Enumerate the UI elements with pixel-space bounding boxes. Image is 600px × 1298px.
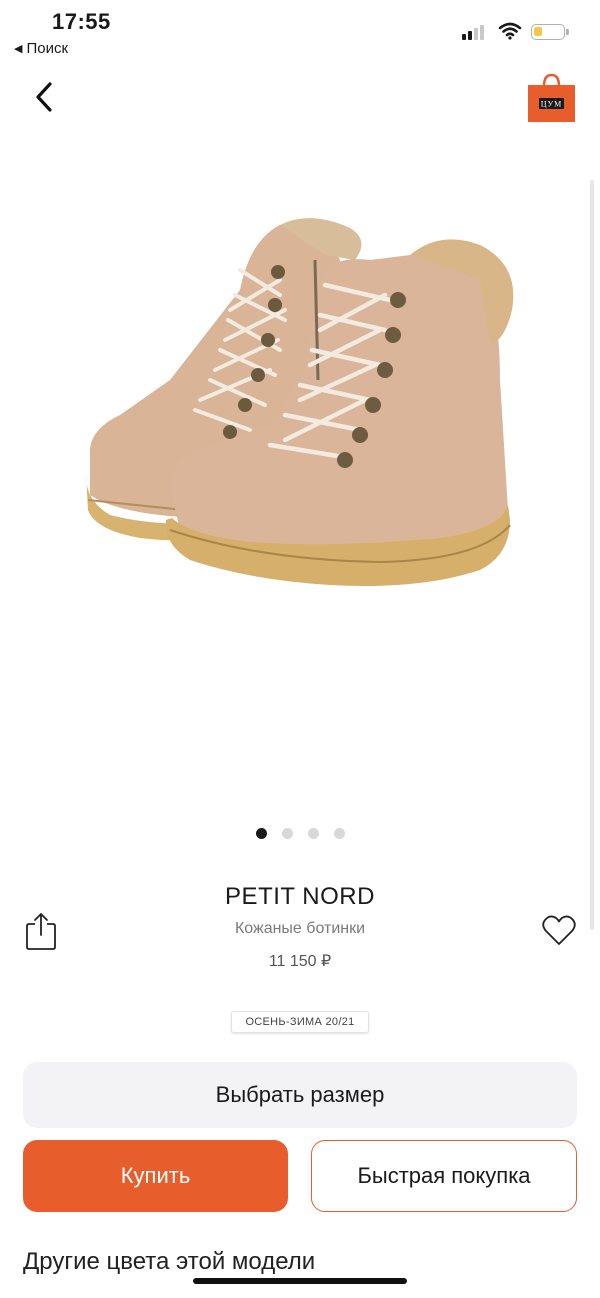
- gallery-dot-3[interactable]: [308, 828, 319, 839]
- buy-button[interactable]: Купить: [23, 1140, 288, 1212]
- product-brand: PETIT NORD: [225, 883, 375, 910]
- cellular-signal-icon: [462, 24, 484, 40]
- select-size-button[interactable]: Выбрать размер: [23, 1062, 577, 1128]
- product-price: 11 150 ₽: [268, 953, 332, 970]
- gallery-pagination[interactable]: [256, 828, 345, 839]
- quick-buy-button[interactable]: Быстрая покупка: [311, 1140, 577, 1212]
- wifi-icon: [498, 22, 522, 40]
- product-name: Кожаные ботинки: [234, 920, 366, 937]
- status-time: 17:55: [52, 9, 111, 34]
- share-icon[interactable]: [24, 910, 58, 952]
- gallery-dot-1[interactable]: [256, 828, 267, 839]
- battery-icon: [531, 24, 569, 40]
- store-logo-text: ЦУМ: [541, 100, 563, 109]
- chevron-left-icon[interactable]: [30, 78, 60, 118]
- back-to-app-label: Поиск: [26, 40, 69, 57]
- other-colors-heading: Другие цвета этой модели: [23, 1248, 316, 1275]
- scroll-indicator[interactable]: [590, 180, 594, 930]
- home-indicator[interactable]: [193, 1278, 407, 1284]
- back-to-app-link[interactable]: ◀ Поиск: [14, 40, 68, 57]
- season-badge: ОСЕНЬ-ЗИМА 20/21: [231, 1011, 369, 1033]
- product-image: [85, 218, 514, 586]
- gallery-dot-2[interactable]: [282, 828, 293, 839]
- gallery-dot-4[interactable]: [334, 828, 345, 839]
- shopping-bag-icon[interactable]: ЦУМ: [527, 72, 576, 123]
- heart-icon[interactable]: [541, 913, 577, 949]
- back-arrow-icon: ◀: [14, 43, 23, 55]
